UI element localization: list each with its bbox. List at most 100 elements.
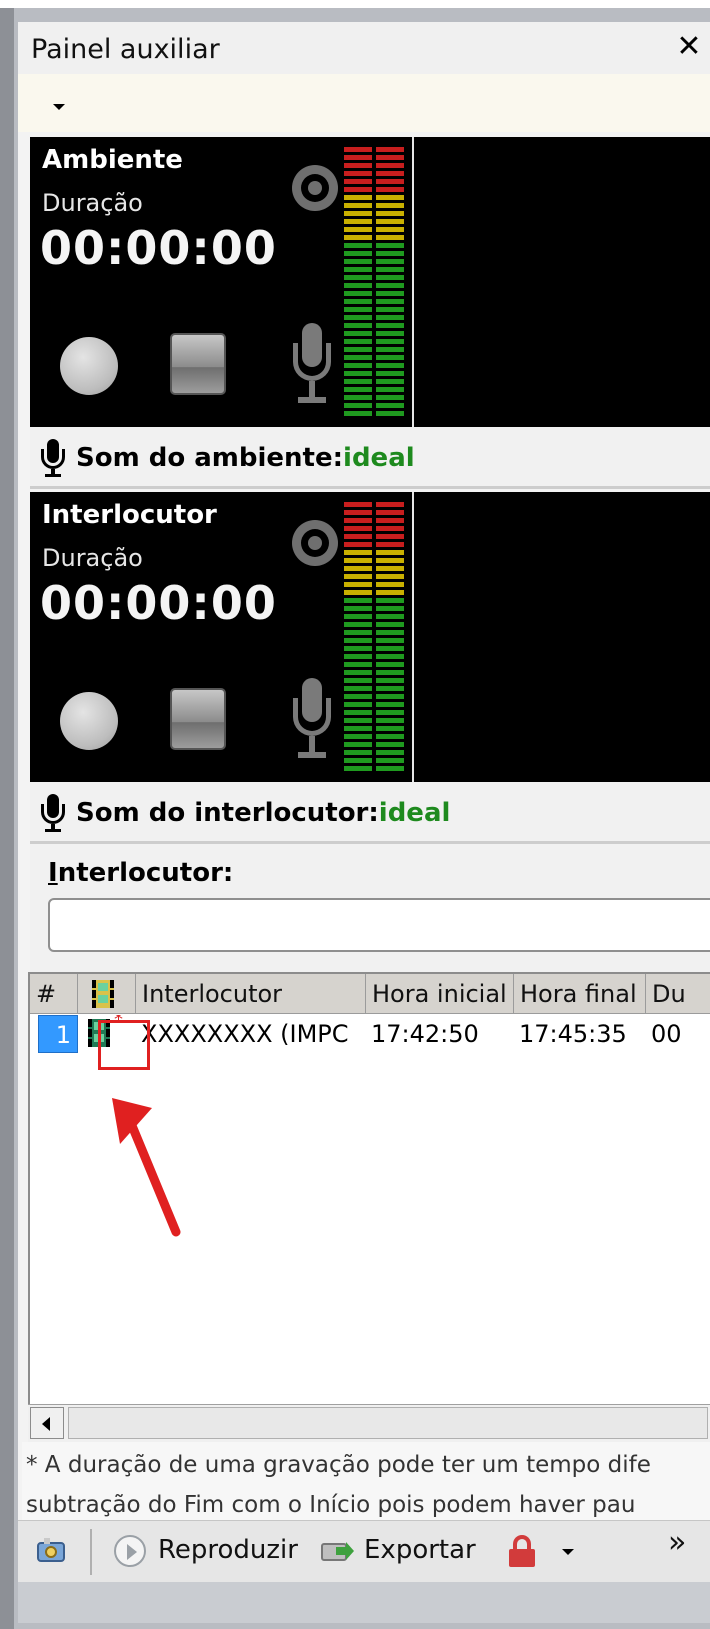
column-header-film[interactable] — [78, 974, 136, 1014]
vu-segment — [376, 670, 404, 675]
vu-segment — [376, 750, 404, 755]
vu-segment — [376, 558, 404, 563]
grid-header: # Interlocutor Hora inicial Hora final D… — [30, 974, 710, 1014]
overflow-button[interactable]: » — [668, 1525, 686, 1560]
column-header-hora-final[interactable]: Hora final — [514, 974, 646, 1014]
row-hora-final: 17:45:35 — [519, 1020, 627, 1048]
microphone-icon — [38, 439, 68, 477]
vu-segment — [344, 678, 372, 683]
play-button[interactable]: Reproduzir — [158, 1535, 298, 1565]
export-icon[interactable] — [320, 1535, 354, 1567]
vu-segment — [344, 211, 372, 216]
chevron-down-icon[interactable] — [554, 1535, 580, 1567]
recorder-divider — [412, 137, 414, 427]
vu-segment — [376, 235, 404, 240]
footnote-line: * A duração de uma gravação pode ter um … — [26, 1452, 651, 1478]
duration-label: Duração — [42, 189, 143, 217]
vu-segment — [344, 291, 372, 296]
stop-button[interactable] — [170, 688, 226, 750]
duration-label: Duração — [42, 544, 143, 572]
row-number[interactable]: 1 — [38, 1015, 78, 1053]
recorder-ambiente: Ambiente Duração 00:00:00 — [30, 137, 710, 427]
vu-segment — [376, 163, 404, 168]
vu-segment — [344, 323, 372, 328]
sound-value: ideal — [343, 443, 415, 473]
column-header-interlocutor[interactable]: Interlocutor — [136, 974, 366, 1014]
vu-segment — [344, 275, 372, 280]
chevron-down-icon[interactable] — [48, 96, 70, 118]
vu-segment — [344, 347, 372, 352]
export-button[interactable]: Exportar — [364, 1535, 476, 1565]
column-header-duracao[interactable]: Du — [646, 974, 710, 1014]
vu-segment — [376, 259, 404, 264]
row-interlocutor: XXXXXXXX (IMPC — [141, 1020, 349, 1048]
recorder-name: Ambiente — [42, 145, 183, 175]
microphone-icon — [290, 323, 334, 407]
panel-bottom-edge — [18, 1582, 710, 1623]
vu-segment — [344, 622, 372, 627]
vu-segment — [344, 542, 372, 547]
vu-segment — [376, 694, 404, 699]
vu-segment — [344, 331, 372, 336]
vu-segment — [344, 742, 372, 747]
play-circle-icon[interactable] — [114, 1535, 146, 1567]
target-icon[interactable] — [292, 520, 338, 566]
vu-segment — [376, 267, 404, 272]
recorder-divider — [412, 492, 414, 782]
callout-arrow — [112, 1098, 181, 1237]
lock-icon[interactable] — [506, 1535, 540, 1567]
vu-segment — [376, 203, 404, 208]
vu-segment — [376, 275, 404, 280]
vu-segment — [344, 411, 372, 416]
vu-segment — [376, 379, 404, 384]
scroll-track[interactable] — [68, 1407, 708, 1439]
vu-segment — [344, 654, 372, 659]
target-icon[interactable] — [292, 165, 338, 211]
vu-segment — [344, 662, 372, 667]
vu-segment — [344, 766, 372, 771]
row-hora-inicial: 17:42:50 — [371, 1020, 479, 1048]
vu-segment — [376, 566, 404, 571]
vu-segment — [376, 526, 404, 531]
vu-segment — [344, 195, 372, 200]
vu-segment — [344, 710, 372, 715]
toolbar-settings-icon[interactable] — [34, 1535, 68, 1567]
column-header-hora-inicial[interactable]: Hora inicial — [366, 974, 514, 1014]
vu-segment — [376, 726, 404, 731]
record-button[interactable] — [60, 337, 118, 395]
vu-segment — [344, 203, 372, 208]
vu-segment — [376, 510, 404, 515]
vu-segment — [376, 299, 404, 304]
vu-segment — [376, 331, 404, 336]
vu-segment — [376, 662, 404, 667]
interlocutor-input[interactable] — [48, 898, 710, 952]
vu-segment — [344, 283, 372, 288]
vu-segment — [376, 219, 404, 224]
vu-segment — [376, 590, 404, 595]
column-header-number[interactable]: # — [30, 974, 78, 1014]
vu-segment — [344, 638, 372, 643]
horizontal-scrollbar[interactable] — [28, 1404, 710, 1442]
vu-segment — [376, 766, 404, 771]
vu-segment — [344, 155, 372, 160]
vu-segment — [376, 363, 404, 368]
record-button[interactable] — [60, 692, 118, 750]
sound-status-interlocutor: Som do interlocutor:ideal — [30, 782, 710, 844]
panel-title: Painel auxiliar — [31, 34, 220, 65]
vu-segment — [344, 718, 372, 723]
stop-button[interactable] — [170, 333, 226, 395]
vu-segment — [344, 363, 372, 368]
scroll-left-icon[interactable] — [30, 1407, 64, 1439]
film-icon — [92, 980, 114, 1008]
close-icon[interactable]: ✕ — [672, 30, 706, 64]
footnote: * A duração de uma gravação pode ter um … — [22, 1442, 710, 1522]
vu-segment — [344, 395, 372, 400]
vu-segment — [344, 259, 372, 264]
interlocutor-section: Interlocutor: — [30, 844, 710, 972]
vu-segment — [376, 622, 404, 627]
vu-segment — [344, 702, 372, 707]
vu-segment — [376, 355, 404, 360]
vu-segment — [344, 315, 372, 320]
vu-segment — [376, 147, 404, 152]
vu-segment — [344, 355, 372, 360]
